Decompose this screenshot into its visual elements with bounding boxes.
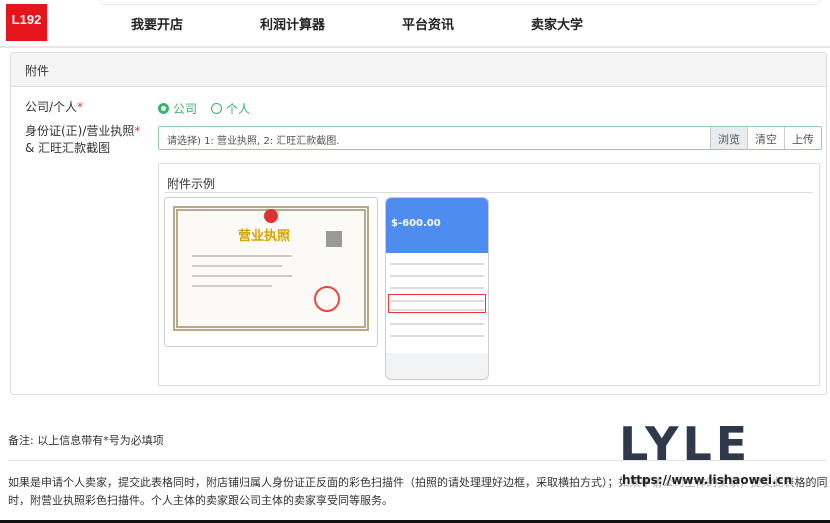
file-caption[interactable]: 请选择) 1: 营业执照, 2: 汇旺汇款截图. (159, 127, 710, 149)
phone-amount: $-600.00 (391, 218, 441, 229)
remittance-screenshot-example: $-600.00 (385, 197, 489, 380)
nav-platform-news[interactable]: 平台资讯 (402, 14, 454, 33)
panel-title: 附件 (11, 53, 826, 87)
browse-button[interactable]: 浏览 (710, 127, 747, 149)
required-note: 备注: 以上信息带有*号为必填项 (8, 434, 164, 447)
divider (0, 46, 830, 48)
top-border (100, 0, 820, 5)
radio-company[interactable] (158, 103, 169, 114)
radio-individual[interactable] (211, 103, 223, 114)
upload-button[interactable]: 上传 (784, 127, 821, 149)
nav-profit-calculator[interactable]: 利润计算器 (260, 14, 325, 33)
attachment-panel: 附件 公司/个人* 公司 个人 身份证(正)/营业执照* & 汇旺汇款截图 请选择… (10, 52, 827, 395)
national-emblem (264, 209, 278, 223)
business-license-example-image: 营业执照 (164, 197, 378, 347)
license-title: 营业执照 (238, 229, 291, 244)
highlight-box (388, 294, 486, 313)
logo[interactable]: L192 (6, 4, 47, 41)
divider (165, 192, 813, 193)
type-radio-group: 公司 个人 (158, 100, 250, 117)
watermark-url: https://www.lishaowei.cn (622, 473, 793, 487)
file-input[interactable]: 请选择) 1: 营业执照, 2: 汇旺汇款截图. 浏览 清空 上传 (158, 126, 822, 150)
example-title: 附件示例 (167, 177, 216, 191)
nav-seller-university[interactable]: 卖家大学 (531, 14, 583, 33)
example-box: 附件示例 营业执照 $-600.00 (158, 163, 820, 386)
file-label: 身份证(正)/营业执照* & 汇旺汇款截图 (25, 124, 141, 155)
clear-button[interactable]: 清空 (747, 127, 784, 149)
type-label: 公司/个人* (25, 100, 84, 114)
watermark-logo: LYLE (619, 417, 752, 471)
qr-code (326, 231, 342, 247)
nav-open-store[interactable]: 我要开店 (131, 14, 183, 33)
stamp (314, 286, 340, 312)
